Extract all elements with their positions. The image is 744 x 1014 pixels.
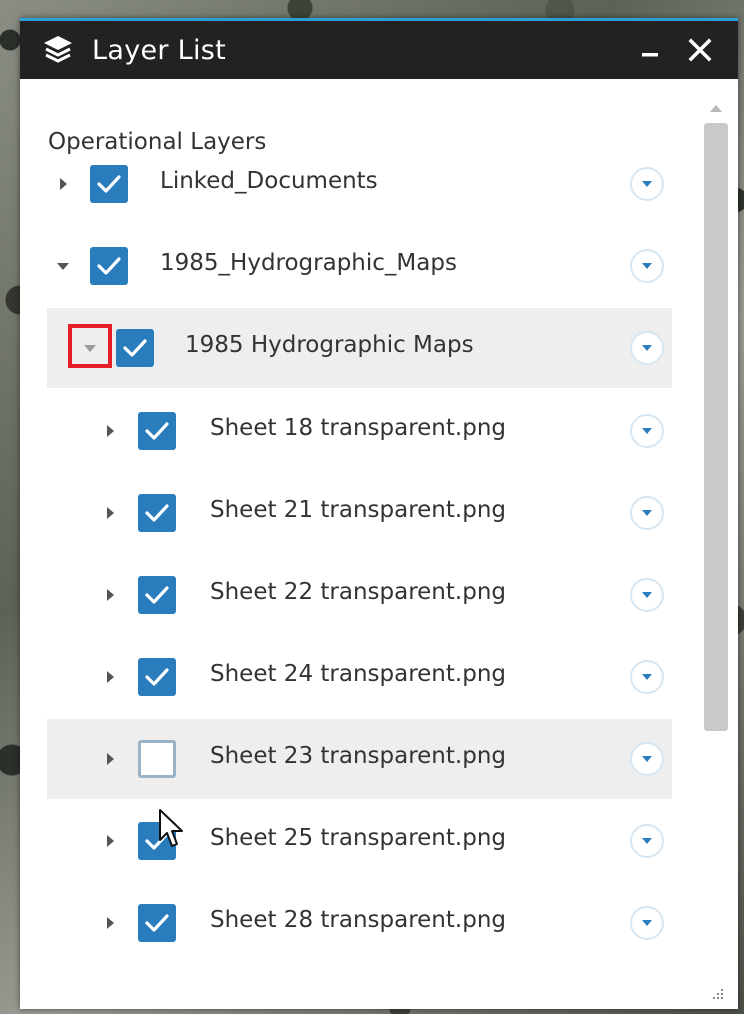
layer-row[interactable]: Sheet 21 transparent.png [20,473,682,553]
scroll-up-arrow-icon[interactable] [710,105,722,112]
layer-label: Sheet 23 transparent.png [210,743,506,769]
expand-toggle[interactable] [98,419,122,443]
layer-label: Sheet 21 transparent.png [210,497,506,523]
caret-right-icon [106,589,114,601]
caret-right-icon [106,917,114,929]
chevron-down-circle-icon[interactable] [630,167,664,201]
caret-right-icon [106,507,114,519]
layer-label: Sheet 28 transparent.png [210,907,506,933]
resize-grip-icon[interactable] [711,987,725,1001]
scrollbar-thumb[interactable] [704,123,728,731]
chevron-down-circle-icon[interactable] [630,906,664,940]
expand-toggle[interactable] [98,665,122,689]
layer-visibility-checkbox[interactable] [138,904,176,942]
caret-right-icon [106,753,114,765]
collapse-toggle[interactable] [51,254,75,278]
layer-row[interactable]: Sheet 23 transparent.png [47,719,672,799]
expand-toggle[interactable] [98,583,122,607]
chevron-down-circle-icon[interactable] [630,742,664,776]
layer-label: Sheet 25 transparent.png [210,825,506,851]
annotation-highlight-box [68,324,112,368]
layer-visibility-checkbox[interactable] [116,329,154,367]
layer-label: Linked_Documents [160,168,378,194]
layer-row[interactable]: 1985_Hydrographic_Maps [20,226,682,306]
layer-list-panel: Layer List Operational Layers Linked_Doc… [20,18,738,1009]
layer-row[interactable]: Sheet 18 transparent.png [20,391,682,471]
layer-label: Sheet 24 transparent.png [210,661,506,687]
layer-row[interactable]: Sheet 24 transparent.png [20,637,682,717]
layer-visibility-checkbox[interactable] [138,658,176,696]
chevron-down-circle-icon[interactable] [630,660,664,694]
layer-row[interactable]: Sheet 22 transparent.png [20,555,682,635]
checkmark-icon [145,422,169,440]
chevron-down-circle-icon[interactable] [630,578,664,612]
layer-label: 1985_Hydrographic_Maps [160,250,457,276]
checkmark-icon [97,175,121,193]
caret-right-icon [106,835,114,847]
layer-visibility-checkbox[interactable] [138,494,176,532]
panel-title: Layer List [92,34,227,66]
chevron-down-circle-icon[interactable] [630,414,664,448]
mouse-pointer-icon [159,809,183,847]
expand-toggle[interactable] [51,172,75,196]
caret-right-icon [106,425,114,437]
chevron-down-circle-icon[interactable] [630,824,664,858]
chevron-down-circle-icon[interactable] [630,496,664,530]
expand-toggle[interactable] [98,829,122,853]
caret-right-icon [106,671,114,683]
layer-visibility-checkbox[interactable] [138,740,176,778]
checkmark-icon [97,257,121,275]
layer-row[interactable]: 1985 Hydrographic Maps [47,308,672,388]
scrollbar[interactable] [701,97,731,1002]
panel-titlebar[interactable]: Layer List [20,21,738,79]
expand-toggle[interactable] [98,747,122,771]
minimize-button[interactable] [630,30,670,70]
checkmark-icon [145,914,169,932]
layer-label: 1985 Hydrographic Maps [185,332,474,358]
checkmark-icon [123,339,147,357]
layer-label: Sheet 22 transparent.png [210,579,506,605]
caret-right-icon [59,178,67,190]
expand-toggle[interactable] [98,911,122,935]
chevron-down-circle-icon[interactable] [630,249,664,283]
layer-visibility-checkbox[interactable] [90,165,128,203]
panel-body: Operational Layers Linked_Documents 1985_… [20,79,738,1009]
layer-visibility-checkbox[interactable] [138,412,176,450]
layer-visibility-checkbox[interactable] [138,576,176,614]
close-button[interactable] [680,30,720,70]
layer-row[interactable]: Linked_Documents [20,144,682,224]
checkmark-icon [145,586,169,604]
layer-row[interactable]: Sheet 25 transparent.png [20,801,682,881]
checkmark-icon [145,668,169,686]
close-icon [688,38,712,62]
checkmark-icon [145,504,169,522]
caret-down-icon [57,262,69,270]
chevron-down-circle-icon[interactable] [630,331,664,365]
layer-row[interactable]: Sheet 28 transparent.png [20,883,682,963]
layers-icon [44,36,72,63]
expand-toggle[interactable] [98,501,122,525]
layer-label: Sheet 18 transparent.png [210,415,506,441]
layer-visibility-checkbox[interactable] [90,247,128,285]
minimize-icon [642,53,658,57]
